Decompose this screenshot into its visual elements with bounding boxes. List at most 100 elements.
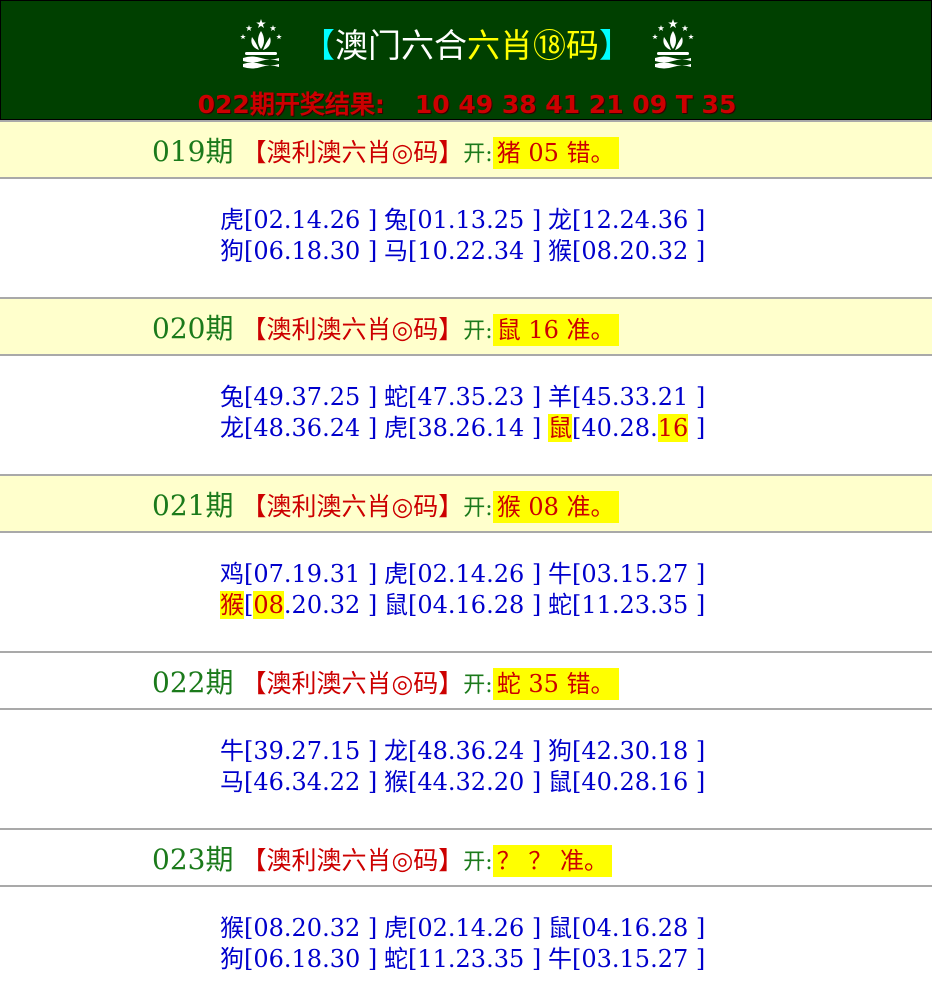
period-header-text: 022期 【澳利澳六肖◎码】开: 蛇 35 错。 bbox=[152, 667, 619, 702]
zodiac-name: 马 bbox=[384, 237, 408, 265]
period-number: 022期 bbox=[152, 666, 234, 699]
period-header: 019期 【澳利澳六肖◎码】开: 猪 05 错。 bbox=[0, 120, 932, 179]
zodiac-row: 龙[48.36.24 ] 虎[38.26.14 ] 鼠[40.28.16 ] bbox=[220, 413, 712, 443]
zodiac-name: 马 bbox=[220, 768, 244, 796]
zodiac-name: 牛 bbox=[548, 560, 572, 588]
zodiac-name: 虎 bbox=[384, 914, 408, 942]
page-header: 【澳门六合六肖⑱码】 022期开奖结果: 10 49 38 41 21 09 T … bbox=[0, 0, 932, 120]
zodiac-name: 猴 bbox=[220, 591, 244, 619]
zodiac-name: 鼠 bbox=[548, 414, 572, 442]
zodiac-numbers: [42.30.18 ] bbox=[572, 737, 706, 765]
period-header-text: 023期 【澳利澳六肖◎码】开:？ ？ 准。 bbox=[152, 844, 612, 879]
zodiac-numbers: [06.18.30 ] bbox=[244, 945, 378, 973]
zodiac-cell: 牛[03.15.27 ] bbox=[548, 944, 712, 974]
zodiac-name: 猴 bbox=[548, 237, 572, 265]
zodiac-numbers: [06.18.30 ] bbox=[244, 237, 378, 265]
period-result: 蛇 35 错。 bbox=[492, 668, 619, 700]
period-number: 023期 bbox=[152, 843, 234, 876]
macau-emblem-icon bbox=[240, 19, 282, 69]
page-title: 【澳门六合六肖⑱码】 bbox=[302, 19, 632, 67]
zodiac-name: 兔 bbox=[384, 206, 408, 234]
zodiac-cell: 猴[08.20.32 ] bbox=[220, 913, 384, 943]
period-header: 022期 【澳利澳六肖◎码】开: 蛇 35 错。 bbox=[0, 651, 932, 710]
prediction-title: 【澳利澳六肖◎码】 bbox=[241, 669, 464, 698]
prediction-title: 【澳利澳六肖◎码】 bbox=[241, 846, 464, 875]
zodiac-numbers: [46.34.22 ] bbox=[244, 768, 378, 796]
zodiac-numbers: [08.20.32 ] bbox=[572, 237, 706, 265]
zodiac-cell: 鼠[40.28.16 ] bbox=[548, 413, 712, 443]
zodiac-name: 龙 bbox=[384, 737, 408, 765]
period-header-text: 021期 【澳利澳六肖◎码】开: 猴 08 准。 bbox=[152, 490, 619, 525]
zodiac-row: 狗[06.18.30 ] 马[10.22.34 ] 猴[08.20.32 ] bbox=[220, 236, 712, 266]
period-number: 020期 bbox=[152, 312, 234, 345]
zodiac-cell: 牛[39.27.15 ] bbox=[220, 736, 384, 766]
zodiac-numbers: [44.32.20 ] bbox=[408, 768, 542, 796]
period-header: 021期 【澳利澳六肖◎码】开: 猴 08 准。 bbox=[0, 474, 932, 533]
macau-emblem-icon bbox=[652, 19, 694, 69]
period-header-text: 019期 【澳利澳六肖◎码】开: 猪 05 错。 bbox=[152, 136, 619, 171]
period-result: 猴 08 准。 bbox=[492, 491, 619, 523]
zodiac-name: 牛 bbox=[220, 737, 244, 765]
zodiac-predictions: 虎[02.14.26 ] 兔[01.13.25 ] 龙[12.24.36 ] 狗[06… bbox=[0, 179, 932, 297]
zodiac-cell: 兔[49.37.25 ] bbox=[220, 382, 384, 412]
zodiac-numbers: [08.20.32 ] bbox=[244, 914, 378, 942]
zodiac-numbers: [07.19.31 ] bbox=[244, 560, 378, 588]
zodiac-numbers: [04.16.28 ] bbox=[572, 914, 706, 942]
zodiac-predictions: 兔[49.37.25 ] 蛇[47.35.23 ] 羊[45.33.21 ] 龙[48… bbox=[0, 356, 932, 474]
zodiac-cell: 龙[12.24.36 ] bbox=[548, 205, 712, 235]
zodiac-cell: 猴[08.20.32 ] bbox=[220, 590, 384, 620]
zodiac-numbers: [03.15.27 ] bbox=[572, 560, 706, 588]
zodiac-name: 虎 bbox=[384, 560, 408, 588]
zodiac-name: 鼠 bbox=[548, 768, 572, 796]
zodiac-predictions: 猴[08.20.32 ] 虎[02.14.26 ] 鼠[04.16.28 ] 狗[06… bbox=[0, 887, 932, 1005]
zodiac-name: 兔 bbox=[220, 383, 244, 411]
zodiac-numbers: [45.33.21 ] bbox=[572, 383, 706, 411]
zodiac-cell: 鸡[07.19.31 ] bbox=[220, 559, 384, 589]
zodiac-numbers: [40.28. bbox=[572, 414, 658, 442]
zodiac-name: 狗 bbox=[220, 945, 244, 973]
zodiac-name: 猴 bbox=[220, 914, 244, 942]
period-number: 021期 bbox=[152, 489, 234, 522]
prediction-title: 【澳利澳六肖◎码】 bbox=[241, 492, 464, 521]
zodiac-row: 狗[06.18.30 ] 蛇[11.23.35 ] 牛[03.15.27 ] bbox=[220, 944, 712, 974]
zodiac-row: 牛[39.27.15 ] 龙[48.36.24 ] 狗[42.30.18 ] bbox=[220, 736, 712, 766]
draw-result-numbers: 10 49 38 41 21 09 T 35 bbox=[414, 90, 737, 119]
zodiac-row: 猴[08.20.32 ] 鼠[04.16.28 ] 蛇[11.23.35 ] bbox=[220, 590, 712, 620]
zodiac-numbers: [04.16.28 ] bbox=[408, 591, 542, 619]
zodiac-cell: 虎[02.14.26 ] bbox=[384, 559, 548, 589]
zodiac-cell: 虎[02.14.26 ] bbox=[384, 913, 548, 943]
zodiac-cell: 鼠[40.28.16 ] bbox=[548, 767, 712, 797]
zodiac-cell: 马[10.22.34 ] bbox=[384, 236, 548, 266]
zodiac-name: 狗 bbox=[548, 737, 572, 765]
zodiac-name: 猴 bbox=[384, 768, 408, 796]
zodiac-name: 虎 bbox=[384, 414, 408, 442]
draw-label: 开: bbox=[463, 319, 493, 344]
period-result: 鼠 16 准。 bbox=[492, 314, 619, 346]
zodiac-name: 龙 bbox=[548, 206, 572, 234]
zodiac-cell: 蛇[47.35.23 ] bbox=[384, 382, 548, 412]
zodiac-cell: 虎[02.14.26 ] bbox=[220, 205, 384, 235]
zodiac-numbers: [03.15.27 ] bbox=[572, 945, 706, 973]
zodiac-name: 蛇 bbox=[548, 591, 572, 619]
period-header-text: 020期 【澳利澳六肖◎码】开: 鼠 16 准。 bbox=[152, 313, 619, 348]
zodiac-row: 猴[08.20.32 ] 虎[02.14.26 ] 鼠[04.16.28 ] bbox=[220, 913, 712, 943]
zodiac-name: 鼠 bbox=[384, 591, 408, 619]
zodiac-predictions: 鸡[07.19.31 ] 虎[02.14.26 ] 牛[03.15.27 ] 猴[08… bbox=[0, 533, 932, 651]
zodiac-cell: 鼠[04.16.28 ] bbox=[384, 590, 548, 620]
zodiac-numbers: [01.13.25 ] bbox=[408, 206, 542, 234]
zodiac-cell: 龙[48.36.24 ] bbox=[220, 413, 384, 443]
zodiac-row: 虎[02.14.26 ] 兔[01.13.25 ] 龙[12.24.36 ] bbox=[220, 205, 712, 235]
zodiac-cell: 羊[45.33.21 ] bbox=[548, 382, 712, 412]
zodiac-numbers: [12.24.36 ] bbox=[572, 206, 706, 234]
zodiac-name: 牛 bbox=[548, 945, 572, 973]
zodiac-numbers: .20.32 ] bbox=[283, 591, 378, 619]
zodiac-name: 鸡 bbox=[220, 560, 244, 588]
draw-result: 022期开奖结果: 10 49 38 41 21 09 T 35 bbox=[1, 85, 932, 121]
period-result: ？ ？ 准。 bbox=[492, 845, 612, 877]
zodiac-predictions: 牛[39.27.15 ] 龙[48.36.24 ] 狗[42.30.18 ] 马[46… bbox=[0, 710, 932, 828]
zodiac-cell: 兔[01.13.25 ] bbox=[384, 205, 548, 235]
zodiac-name: 虎 bbox=[220, 206, 244, 234]
zodiac-numbers: [40.28.16 ] bbox=[572, 768, 706, 796]
draw-label: 开: bbox=[463, 850, 493, 875]
zodiac-name: 龙 bbox=[220, 414, 244, 442]
